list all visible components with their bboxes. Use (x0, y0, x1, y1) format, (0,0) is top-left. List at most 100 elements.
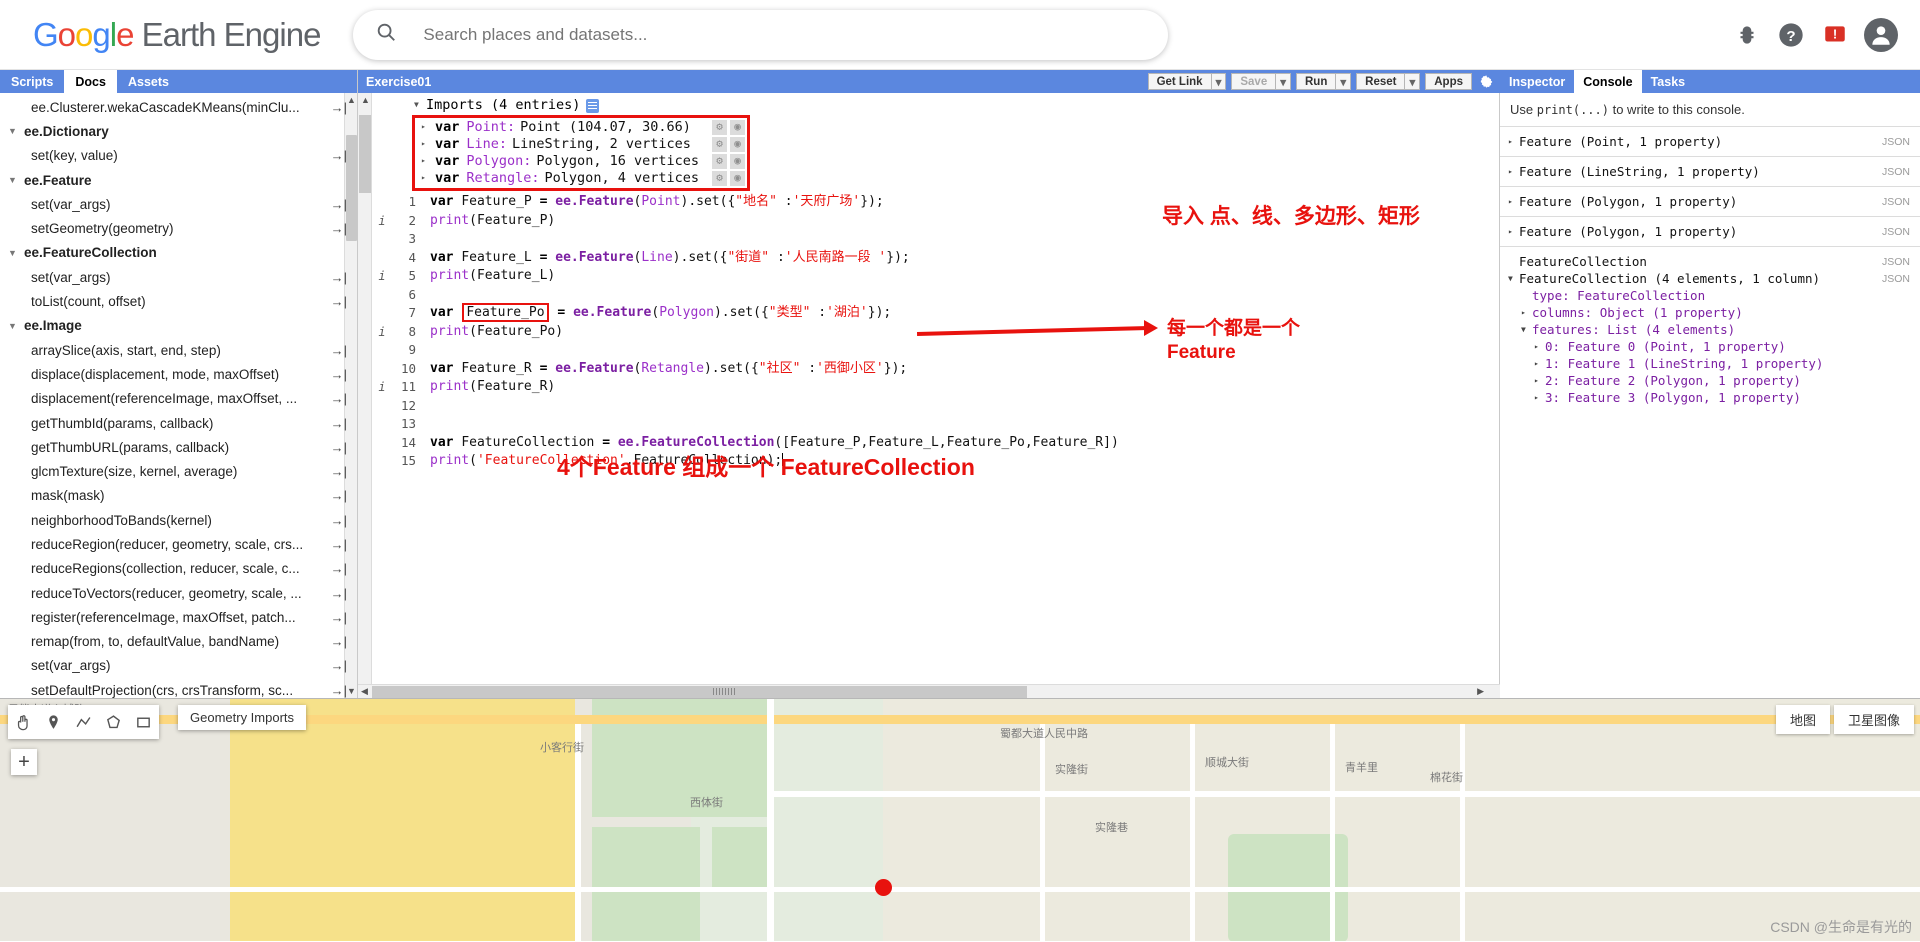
docs-item[interactable]: reduceRegion(reducer, geometry, scale, c… (0, 532, 357, 556)
tree-toggle-icon[interactable]: ▸ (1534, 359, 1545, 368)
docs-item[interactable]: displace(displacement, mode, maxOffset) →… (0, 362, 357, 386)
json-link[interactable]: JSON (1882, 273, 1910, 285)
docs-item[interactable]: set(key, value) →| (0, 144, 357, 168)
docs-goto-icon[interactable]: →| (331, 586, 347, 601)
console-tree-node[interactable]: ▼ features: List (4 elements) (1508, 321, 1910, 338)
console-tree-node[interactable]: type: FeatureCollection (1508, 287, 1910, 304)
docs-group-header[interactable]: ▼ ee.Image (0, 314, 357, 338)
target-locate-icon[interactable]: ◉ (730, 137, 745, 152)
search-bar[interactable] (353, 9, 1169, 60)
line-icon[interactable] (74, 713, 93, 732)
tab-scripts[interactable]: Scripts (0, 70, 64, 93)
settings-gear-icon[interactable]: ⚙ (712, 154, 727, 169)
chevron-down-icon[interactable]: ▼ (8, 321, 21, 331)
docs-goto-icon[interactable]: →| (331, 537, 347, 552)
json-link[interactable]: JSON (1882, 136, 1910, 148)
selected-token[interactable]: Feature_Po (462, 303, 549, 322)
docs-goto-icon[interactable]: →| (331, 683, 347, 698)
expand-icon[interactable]: ▸ (1508, 137, 1519, 146)
docs-goto-icon[interactable]: →| (331, 416, 347, 431)
code-line[interactable]: 4 var Feature_L = ee.Feature(Line).set({"… (372, 249, 1499, 268)
search-input[interactable] (423, 24, 1147, 45)
import-row[interactable]: ▸ var Line: LineString, 2 vertices ⚙ ◉ (415, 136, 747, 153)
console-tree-node[interactable]: ▸ 2: Feature 2 (Polygon, 1 property) (1508, 372, 1910, 389)
apps-button[interactable]: Apps (1425, 73, 1472, 90)
json-link[interactable]: JSON (1882, 226, 1910, 238)
code-line[interactable]: 10 var Feature_R = ee.Feature(Retangle).s… (372, 360, 1499, 379)
docs-goto-icon[interactable]: →| (331, 391, 347, 406)
map-point-marker[interactable] (875, 879, 892, 896)
console-row[interactable]: ▸ Feature (Polygon, 1 property) JSON (1500, 216, 1920, 246)
code-line[interactable]: 9 (372, 341, 1499, 360)
hscroll-left-icon[interactable]: ◀ (361, 686, 368, 697)
expand-icon[interactable]: ▸ (1508, 227, 1519, 236)
feedback-icon[interactable]: ! (1820, 20, 1850, 50)
docs-group-header[interactable]: ▼ ee.Feature (0, 168, 357, 192)
hscroll-thumb[interactable] (372, 685, 1027, 698)
reset-dropdown[interactable]: ▾ (1405, 73, 1421, 90)
code-area[interactable]: ▼ Imports (4 entries) ▸ var Point: Point (1… (372, 93, 1499, 684)
docs-item[interactable]: register(referenceImage, maxOffset, patc… (0, 605, 357, 629)
docs-group-header[interactable]: ▼ ee.Dictionary (0, 119, 357, 143)
imports-header[interactable]: ▼ Imports (4 entries) (372, 96, 1499, 115)
docs-item[interactable]: setDefaultProjection(crs, crsTransform, … (0, 678, 357, 698)
docs-goto-icon[interactable]: →| (331, 343, 347, 358)
hscroll-right-icon[interactable]: ▶ (1477, 686, 1484, 697)
docs-list[interactable]: ▲ ▼ ee.Clusterer.wekaCascadeKMeans(minCl… (0, 93, 357, 698)
editor-hscrollbar[interactable]: ◀ ▶ (358, 684, 1500, 698)
console-tree-node[interactable]: ▸ 1: Feature 1 (LineString, 1 property) (1508, 355, 1910, 372)
line-info-icon[interactable]: i (372, 212, 392, 231)
settings-gear-icon[interactable]: ⚙ (712, 171, 727, 186)
code-line[interactable]: i 11 print(Feature_R) (372, 378, 1499, 397)
docs-goto-icon[interactable]: →| (331, 658, 347, 673)
panel-resize-grip[interactable] (713, 688, 735, 695)
tab-assets[interactable]: Assets (117, 70, 180, 93)
docs-goto-icon[interactable]: →| (331, 221, 347, 236)
docs-item[interactable]: glcmTexture(size, kernel, average) →| (0, 459, 357, 483)
tab-docs[interactable]: Docs (64, 70, 117, 93)
code-line[interactable]: i 5 print(Feature_L) (372, 267, 1499, 286)
tab-tasks[interactable]: Tasks (1642, 70, 1695, 93)
docs-item[interactable]: reduceRegions(collection, reducer, scale… (0, 557, 357, 581)
expand-icon[interactable]: ▸ (1508, 197, 1519, 206)
marker-icon[interactable] (44, 713, 63, 732)
code-line[interactable]: 7 var Feature_Po = ee.Feature(Polygon).se… (372, 303, 1499, 323)
chevron-down-icon[interactable]: ▼ (8, 126, 21, 136)
gear-icon[interactable] (1477, 73, 1496, 90)
docs-goto-icon[interactable]: →| (331, 367, 347, 382)
settings-gear-icon[interactable]: ⚙ (712, 120, 727, 135)
map-type-satellite[interactable]: 卫星图像 (1833, 705, 1914, 734)
code-line[interactable]: 13 (372, 415, 1499, 434)
imports-collapse-icon[interactable]: ▼ (414, 96, 426, 115)
import-row[interactable]: ▸ var Point: Point (104.07, 30.66) ⚙ ◉ (415, 119, 747, 136)
add-geometry-button[interactable]: + (11, 749, 37, 775)
docs-item[interactable]: getThumbId(params, callback) →| (0, 411, 357, 435)
console-tree-node[interactable]: ▸ 0: Feature 0 (Point, 1 property) (1508, 338, 1910, 355)
imports-list-icon[interactable] (586, 98, 600, 113)
map-view[interactable]: 黑熊大道心城路小客行街西体街蜀都大道人民中路实隆街实隆巷顺城大街青羊里棉花街 (0, 698, 1920, 941)
console-row[interactable]: ▸ Feature (Point, 1 property) JSON (1500, 126, 1920, 156)
run-dropdown[interactable]: ▾ (1336, 73, 1352, 90)
import-row[interactable]: ▸ var Polygon: Polygon, 16 vertices ⚙ ◉ (415, 153, 747, 170)
tree-toggle-icon[interactable]: ▼ (1508, 274, 1519, 283)
console-tree[interactable]: FeatureCollection JSON ▼ FeatureCollection … (1500, 246, 1920, 416)
save-dropdown[interactable]: ▾ (1276, 73, 1291, 90)
docs-goto-icon[interactable]: →| (331, 270, 347, 285)
account-avatar[interactable] (1864, 17, 1898, 52)
docs-item[interactable]: setGeometry(geometry) →| (0, 216, 357, 240)
import-row[interactable]: ▸ var Retangle: Polygon, 4 vertices ⚙ ◉ (415, 170, 747, 187)
console-tree-node[interactable]: ▸ columns: Object (1 property) (1508, 304, 1910, 321)
code-line[interactable]: 6 (372, 286, 1499, 305)
import-expand-icon[interactable]: ▸ (421, 118, 433, 137)
docs-group-header[interactable]: ▼ ee.FeatureCollection (0, 241, 357, 265)
expand-icon[interactable]: ▸ (1508, 167, 1519, 176)
code-line[interactable]: 14 var FeatureCollection = ee.FeatureColl… (372, 434, 1499, 453)
chevron-down-icon[interactable]: ▼ (8, 175, 21, 185)
docs-goto-icon[interactable]: →| (331, 561, 347, 576)
docs-goto-icon[interactable]: →| (331, 634, 347, 649)
docs-item[interactable]: ee.Clusterer.wekaCascadeKMeans(minClu...… (0, 95, 357, 119)
console-tree-node[interactable]: ▸ 3: Feature 3 (Polygon, 1 property) (1508, 389, 1910, 406)
docs-goto-icon[interactable]: →| (331, 100, 347, 115)
run-button[interactable]: Run (1296, 73, 1337, 90)
target-locate-icon[interactable]: ◉ (730, 171, 745, 186)
